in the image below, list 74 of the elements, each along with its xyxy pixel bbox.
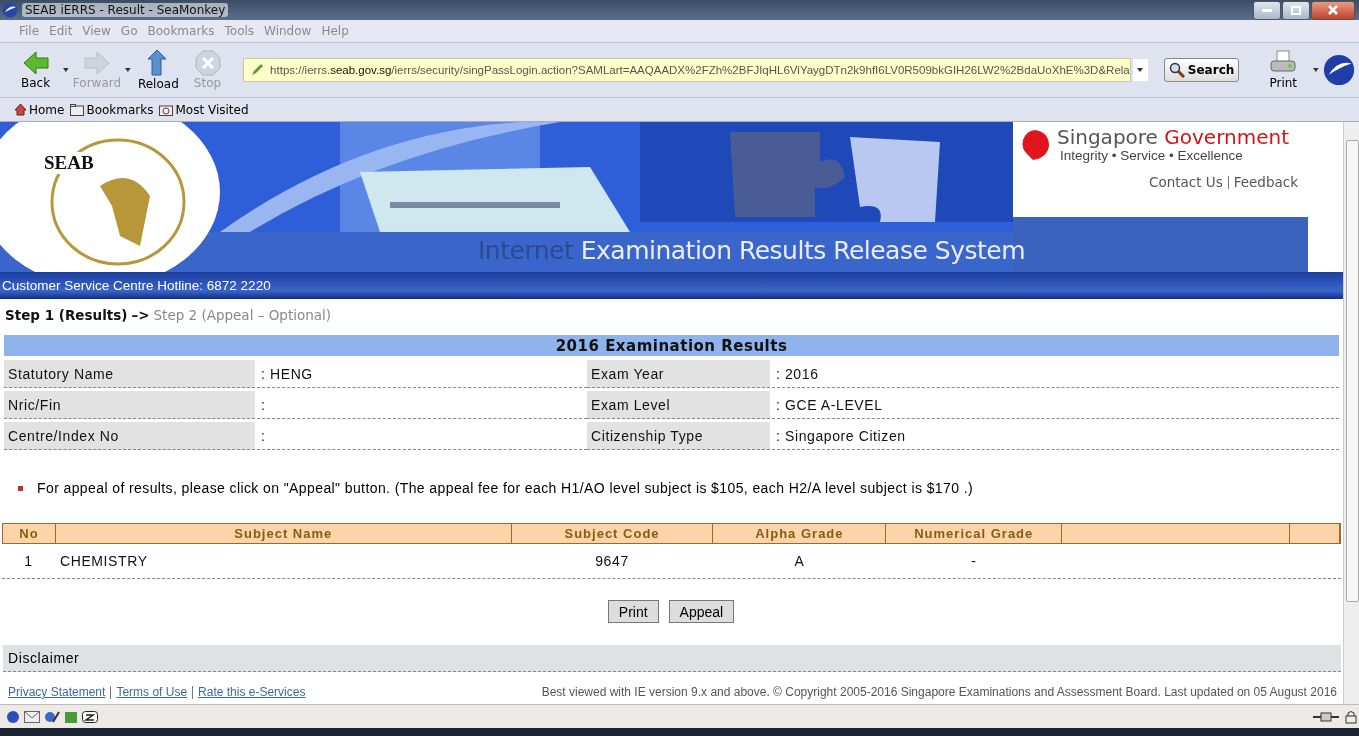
field-label: Exam Level [587,391,770,419]
dropdown-caret-icon[interactable] [1137,68,1144,72]
browser-logo-icon[interactable] [1322,53,1355,87]
page-button[interactable]: Appeal [668,600,735,623]
column-header: Numerical Grade [886,524,1063,543]
step-arrow: –> [131,307,150,325]
column-header: Alpha Grade [713,524,887,543]
dropdown-caret-icon[interactable] [125,68,131,72]
appeal-note: For appeal of results, please click on "Appeal" button. (The appeal fee for each H1/AO level subject is $105, each H2/A level subject is $170 .) [37,480,974,496]
folder-icon [159,103,174,116]
close-icon [1328,5,1338,15]
column-header: Subject Name [55,524,512,543]
column-header: No [3,524,56,543]
motto-text: Integrity • Service • Excellence [1060,148,1243,163]
dropdown-caret-icon[interactable] [1313,68,1319,72]
house-icon [14,103,27,116]
bullet-icon [18,485,23,491]
stop-icon [194,50,221,76]
folder-icon [70,103,85,116]
globe-icon[interactable] [6,709,20,724]
pencil-icon [250,63,265,77]
minimize-icon [1262,8,1272,12]
hotline-bar: Customer Service Centre Hotline: 6872 2220 [0,272,1343,299]
copyright-text: Best viewed with IE version 9.x and above. © Copyright 2005-2016 Singapore Examinations and Assessment Board. Last updated on 05 August 2016 [541,685,1337,699]
search-button[interactable]: Search [1163,58,1240,82]
footer-link[interactable]: Terms of Use [116,685,188,699]
field-value: : 2016 [772,360,1339,388]
disclaimer-bar[interactable]: Disclaimer [3,645,1341,672]
maximize-button[interactable] [1282,0,1310,20]
field-label: Statutory Name [4,360,255,388]
footer-link[interactable]: Privacy Statement [8,685,106,699]
column-header: Subject Code [511,524,714,543]
field-value: : Singapore Citizen [772,422,1339,450]
chat-icon[interactable] [82,710,98,723]
government-name: Singapore Government [1057,125,1289,149]
feedback-link[interactable]: Feedback [1233,174,1298,190]
window-title: SEAB iERRS - Result - SeaMonkey [22,3,229,17]
contact-link[interactable]: Contact Us [1148,174,1223,190]
table-cell-text: - [970,552,978,571]
table-cell-text: 1 [23,552,34,571]
maximize-icon [1291,5,1301,15]
results-title: 2016 Examination Results [4,335,1339,356]
address-field[interactable]: https://ierrs.seab.gov.sg/ierrs/security/singPassLogin.action?SAMLart=AAQAADX%2FZh%2BFJIqHL6ViYaygDTn2k9hfI6LV0R509bkGIH26LW2%2BdaUoXhE%3D&Rela [243,58,1131,82]
search-icon [1168,62,1185,78]
dropdown-caret-icon[interactable] [63,68,69,72]
table-cell-text: CHEMISTRY [59,552,149,571]
forward-arrow-icon [82,50,111,76]
field-label: Centre/Index No [4,422,255,450]
field-label: Exam Year [587,360,770,388]
scrollbar[interactable] [1343,122,1359,704]
reload-button[interactable]: Reload [134,49,182,91]
table-cell-text: 9647 [594,552,630,571]
field-label: Nric/Fin [4,391,255,419]
step-label: Step 2 (Appeal – Optional) [153,307,332,325]
back-arrow-icon [21,50,50,76]
bookmark-item[interactable]: Home [14,102,65,117]
field-label: Citizenship Type [587,422,770,450]
browser-logo-icon [2,2,18,18]
print-button[interactable]: Print [1269,50,1298,90]
field-value: : GCE A-LEVEL [772,391,1339,419]
logo-text: SEAB [44,152,94,174]
table-cell-text: A [793,552,806,571]
close-button[interactable] [1311,0,1355,20]
minimize-button[interactable] [1253,0,1281,20]
step-label: Step 1 (Results) [5,307,128,325]
bookmark-item[interactable]: Bookmarks [70,102,154,117]
banner-title: Internet Examination Results Release System [478,236,1025,265]
page-button[interactable]: Print [607,600,659,623]
back-button[interactable]: Back [12,50,60,90]
footer-link[interactable]: Rate this e-Services [198,685,306,699]
composer-icon[interactable] [44,709,60,724]
connection-icon [1313,711,1339,722]
bookmark-item[interactable]: Most Visited [159,102,249,117]
envelope-icon[interactable] [24,710,40,723]
